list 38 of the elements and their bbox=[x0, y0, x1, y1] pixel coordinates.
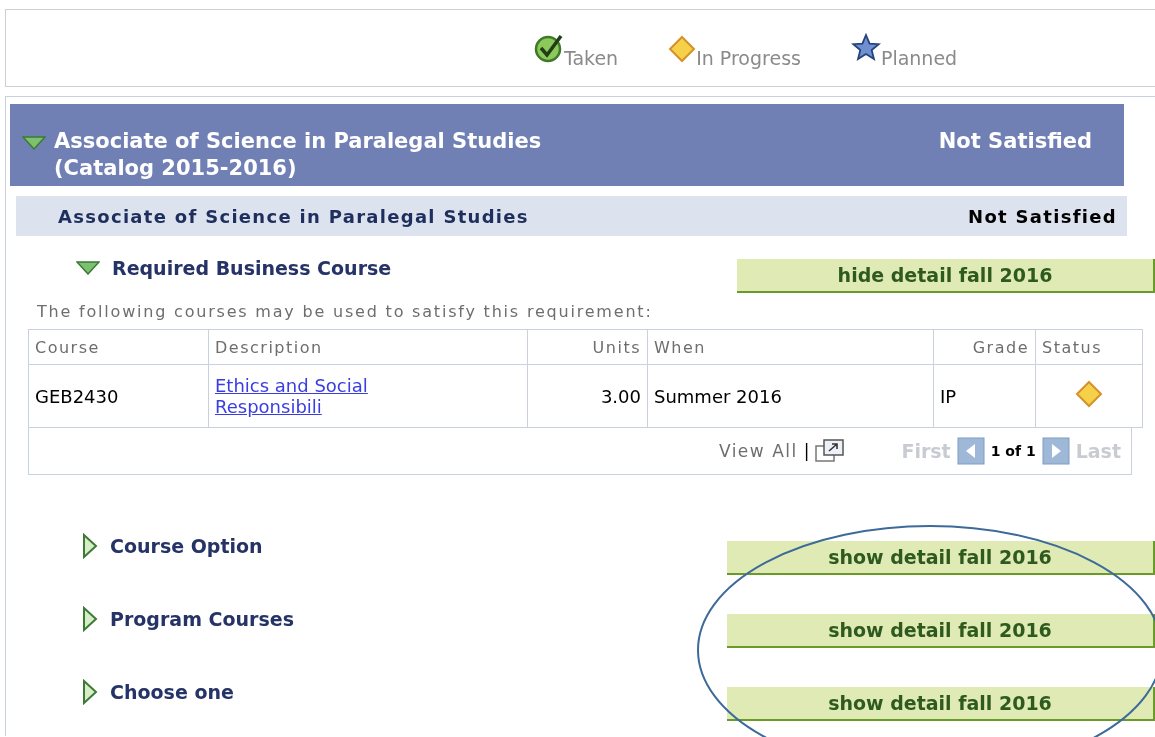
column-header: Status bbox=[1035, 329, 1143, 365]
subprogram-title: Associate of Science in Paralegal Studies bbox=[58, 205, 529, 227]
popup-window-icon[interactable] bbox=[815, 439, 846, 463]
table-cell: IP bbox=[933, 364, 1036, 428]
table-cell: 3.00 bbox=[527, 364, 648, 428]
detail-button[interactable]: show detail fall 2016 bbox=[727, 540, 1155, 575]
detail-button[interactable]: show detail fall 2016 bbox=[727, 613, 1155, 648]
expanded-triangle-icon[interactable] bbox=[76, 261, 100, 275]
view-all-link[interactable]: View All bbox=[718, 441, 798, 461]
legend-label: Taken bbox=[564, 47, 619, 69]
column-header: Units bbox=[527, 329, 648, 365]
diamond-icon bbox=[668, 35, 697, 63]
program-status: Not Satisfied bbox=[938, 128, 1092, 155]
star-icon bbox=[850, 33, 881, 63]
legend-label: Planned bbox=[880, 47, 958, 69]
checkmark-icon bbox=[534, 33, 564, 63]
column-header: When bbox=[647, 329, 934, 365]
column-header: Description bbox=[208, 329, 528, 365]
separator: | bbox=[803, 441, 810, 461]
legend-label: In Progress bbox=[696, 47, 801, 69]
requirement-title: Program Courses bbox=[110, 607, 294, 630]
collapsed-triangle-icon[interactable] bbox=[82, 605, 98, 632]
detail-button[interactable]: show detail fall 2016 bbox=[727, 686, 1155, 721]
column-header: Course bbox=[28, 329, 209, 365]
diamond-icon bbox=[1075, 380, 1103, 408]
requirement-title: Choose one bbox=[110, 680, 234, 703]
collapsed-triangle-icon[interactable] bbox=[82, 678, 98, 705]
page-range: 1 of 1 bbox=[990, 443, 1036, 459]
requirement-title: Course Option bbox=[110, 534, 263, 557]
program-title: Associate of Science in Paralegal Studies (Catalog 2015-2016) bbox=[54, 128, 543, 182]
collapsed-triangle-icon[interactable] bbox=[82, 532, 98, 559]
requirement-description: The following courses may be used to satisfy this requirement: bbox=[37, 302, 654, 321]
detail-button[interactable]: hide detail fall 2016 bbox=[737, 259, 1155, 293]
table-cell: GEB2430 bbox=[28, 364, 209, 428]
column-header: Grade bbox=[933, 329, 1036, 365]
subprogram-status: Not Satisfied bbox=[968, 205, 1117, 227]
requirement-title: Required Business Course bbox=[112, 257, 392, 279]
table-cell: Summer 2016 bbox=[647, 364, 934, 428]
